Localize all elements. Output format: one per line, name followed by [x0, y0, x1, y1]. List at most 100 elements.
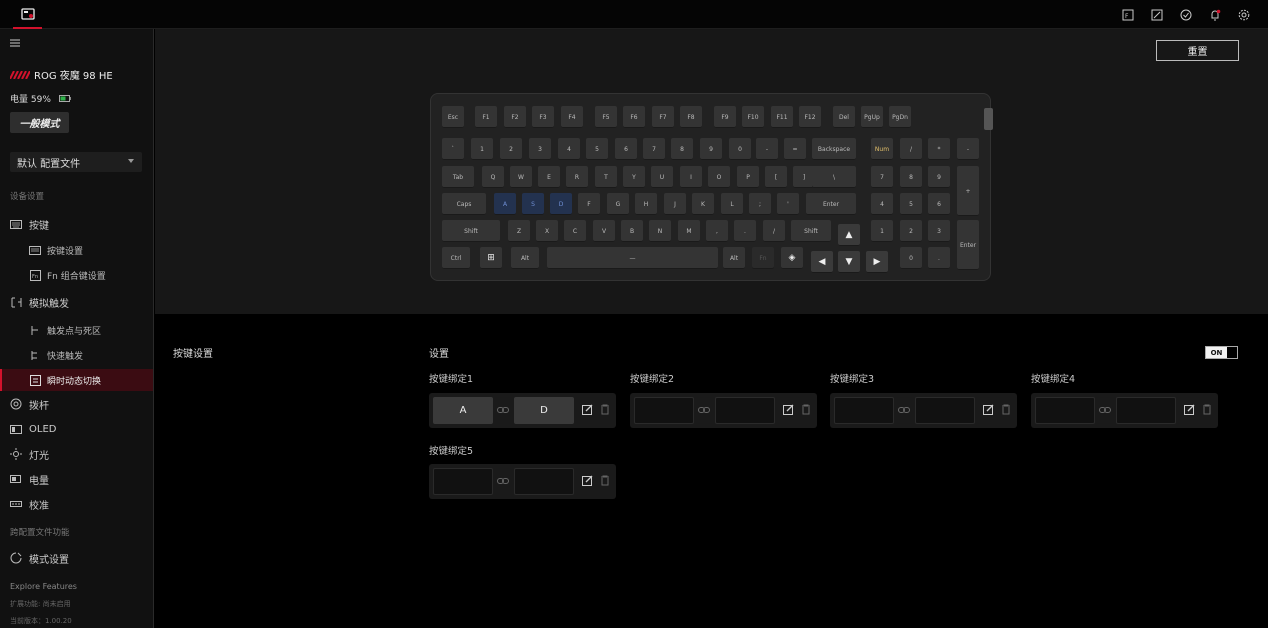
- key-fn[interactable]: Fn: [752, 247, 774, 269]
- key-[interactable]: -: [756, 138, 778, 160]
- reset-button[interactable]: 重置: [1156, 40, 1239, 61]
- delete-icon[interactable]: [600, 404, 610, 415]
- key-3[interactable]: 3: [928, 220, 950, 242]
- sidebar-item-mode-settings[interactable]: 模式设置: [0, 550, 153, 566]
- key-[interactable]: *: [928, 138, 950, 160]
- key-[interactable]: \: [812, 166, 856, 188]
- binding-key2-slot[interactable]: [915, 397, 975, 424]
- key-f10[interactable]: F10: [742, 106, 764, 128]
- key-8[interactable]: 8: [671, 138, 693, 160]
- key-d[interactable]: D: [550, 193, 572, 215]
- edit-icon[interactable]: [783, 404, 794, 415]
- settings-icon[interactable]: [1236, 7, 1252, 23]
- key-h[interactable]: H: [635, 193, 657, 215]
- key-[interactable]: [: [765, 166, 787, 188]
- binding-key2-slot[interactable]: [514, 468, 574, 495]
- key-9[interactable]: 9: [700, 138, 722, 160]
- key-j[interactable]: J: [664, 193, 686, 215]
- key-e[interactable]: E: [538, 166, 560, 188]
- key-4[interactable]: 4: [558, 138, 580, 160]
- key-ctrl[interactable]: Ctrl: [442, 247, 470, 269]
- delete-icon[interactable]: [1001, 404, 1011, 415]
- arrow-right-icon[interactable]: ▶: [866, 251, 888, 273]
- sidebar-item-analog[interactable]: 模拟触发: [0, 294, 153, 310]
- key-u[interactable]: U: [651, 166, 673, 188]
- key-caps[interactable]: Caps: [442, 193, 486, 215]
- keyboard-scroll-handle[interactable]: [984, 108, 993, 130]
- key-pgdn[interactable]: PgDn: [889, 106, 911, 128]
- edit-icon[interactable]: [582, 475, 593, 486]
- key-shift[interactable]: Shift: [442, 220, 500, 242]
- sidebar-item-battery[interactable]: 电量: [0, 471, 153, 487]
- key-f1[interactable]: F1: [475, 106, 497, 128]
- edit-icon[interactable]: [1184, 404, 1195, 415]
- key-7[interactable]: 7: [871, 166, 893, 188]
- sidebar-item-keys[interactable]: 按键: [0, 216, 153, 232]
- edit-icon[interactable]: [1149, 7, 1165, 23]
- key-3[interactable]: 3: [529, 138, 551, 160]
- key-[interactable]: =: [784, 138, 806, 160]
- key-alt[interactable]: Alt: [511, 247, 539, 269]
- arrow-down-icon[interactable]: ▼: [838, 251, 860, 273]
- sync-icon[interactable]: [1178, 7, 1194, 23]
- sidebar-item-calibration[interactable]: 校准: [0, 496, 153, 512]
- key-0[interactable]: 0: [729, 138, 751, 160]
- key-4[interactable]: 4: [871, 193, 893, 215]
- key-x[interactable]: X: [536, 220, 558, 242]
- delete-icon[interactable]: [801, 404, 811, 415]
- rog-key-icon[interactable]: ◈: [781, 247, 803, 269]
- key-tab[interactable]: Tab: [442, 166, 474, 188]
- key-k[interactable]: K: [692, 193, 714, 215]
- key-num[interactable]: Num: [871, 138, 893, 160]
- key-9[interactable]: 9: [928, 166, 950, 188]
- key-f[interactable]: F: [578, 193, 600, 215]
- key-p[interactable]: P: [737, 166, 759, 188]
- binding-key1-slot[interactable]: [834, 397, 894, 424]
- keyboard-device-icon[interactable]: F: [1120, 7, 1136, 23]
- key-5[interactable]: 5: [900, 193, 922, 215]
- binding-key1-slot[interactable]: [634, 397, 694, 424]
- edit-icon[interactable]: [582, 404, 593, 415]
- sidebar-item-fn-settings[interactable]: Fn Fn 组合键设置: [0, 267, 153, 283]
- key-q[interactable]: Q: [482, 166, 504, 188]
- key-[interactable]: +: [957, 166, 979, 216]
- sidebar-item-dial[interactable]: 拨杆: [0, 396, 153, 412]
- key-v[interactable]: V: [593, 220, 615, 242]
- arrow-left-icon[interactable]: ◀: [811, 251, 833, 273]
- key-f3[interactable]: F3: [532, 106, 554, 128]
- key-[interactable]: ;: [749, 193, 771, 215]
- key-[interactable]: .: [734, 220, 756, 242]
- edit-icon[interactable]: [983, 404, 994, 415]
- key-f8[interactable]: F8: [680, 106, 702, 128]
- binding-key2-slot[interactable]: D: [514, 397, 574, 424]
- key-del[interactable]: Del: [833, 106, 855, 128]
- app-logo-tab[interactable]: [13, 0, 42, 29]
- key-f12[interactable]: F12: [799, 106, 821, 128]
- menu-toggle[interactable]: [10, 39, 20, 47]
- key-w[interactable]: W: [510, 166, 532, 188]
- sidebar-item-oled[interactable]: OLED: [0, 421, 153, 437]
- key-f7[interactable]: F7: [652, 106, 674, 128]
- binding-key1-slot[interactable]: A: [433, 397, 493, 424]
- explore-features[interactable]: Explore Features: [10, 582, 77, 591]
- key-z[interactable]: Z: [508, 220, 530, 242]
- key-esc[interactable]: Esc: [442, 106, 464, 128]
- key-f2[interactable]: F2: [504, 106, 526, 128]
- key-1[interactable]: 1: [871, 220, 893, 242]
- key-f4[interactable]: F4: [561, 106, 583, 128]
- key-i[interactable]: I: [680, 166, 702, 188]
- binding-key1-slot[interactable]: [1035, 397, 1095, 424]
- key-r[interactable]: R: [566, 166, 588, 188]
- key-b[interactable]: B: [621, 220, 643, 242]
- key-s[interactable]: S: [522, 193, 544, 215]
- key-o[interactable]: O: [708, 166, 730, 188]
- key-pgup[interactable]: PgUp: [861, 106, 883, 128]
- key-6[interactable]: 6: [615, 138, 637, 160]
- key-shift[interactable]: Shift: [791, 220, 831, 242]
- key-y[interactable]: Y: [623, 166, 645, 188]
- key-[interactable]: /: [763, 220, 785, 242]
- key-g[interactable]: G: [607, 193, 629, 215]
- mode-button[interactable]: 一般模式: [10, 112, 69, 133]
- key-enter[interactable]: Enter: [957, 220, 979, 270]
- key-alt[interactable]: Alt: [723, 247, 745, 269]
